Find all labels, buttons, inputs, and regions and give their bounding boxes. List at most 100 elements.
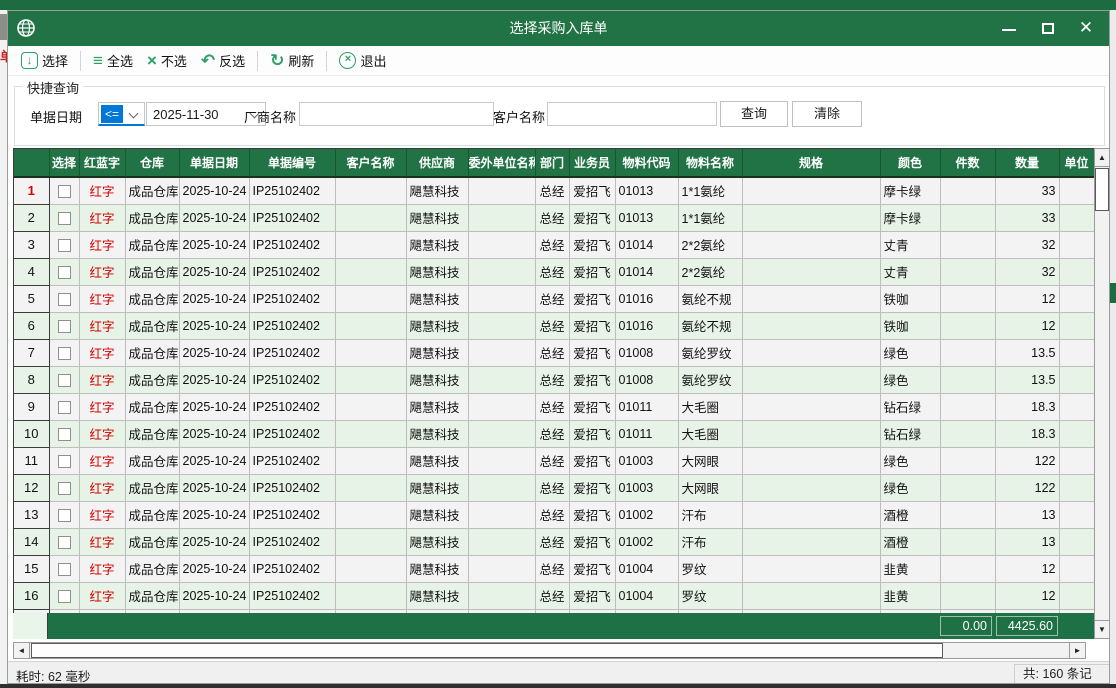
scroll-left-arrow-icon[interactable]: ◄ [14, 643, 30, 658]
vertical-scrollbar[interactable]: ▲ ▼ [1094, 148, 1110, 639]
select-all-list-button[interactable]: ≡全选 [86, 48, 140, 73]
cell-supplier: 飓慧科技 [406, 393, 468, 420]
cell-salesman: 爱招飞 [569, 501, 615, 528]
column-header-red_blue[interactable]: 红蓝字 [79, 149, 125, 177]
table-row[interactable]: 8红字成品仓库2025-10-24IP25102402飓慧科技总经爱招飞0100… [14, 366, 1094, 393]
column-header-item_name[interactable]: 物料名称 [678, 149, 742, 177]
row-checkbox[interactable] [58, 293, 71, 306]
refresh-button[interactable]: ↻刷新 [263, 48, 321, 73]
column-header-warehouse[interactable]: 仓库 [125, 149, 179, 177]
table-row[interactable]: 7红字成品仓库2025-10-24IP25102402飓慧科技总经爱招飞0100… [14, 339, 1094, 366]
table-row[interactable]: 11红字成品仓库2025-10-24IP25102402飓慧科技总经爱招飞010… [14, 447, 1094, 474]
column-header-unit[interactable]: 单位 [1059, 149, 1094, 177]
row-checkbox[interactable] [58, 320, 71, 333]
vertical-scroll-thumb[interactable] [1095, 168, 1109, 211]
cell-warehouse: 成品仓库 [125, 285, 179, 312]
cell-item_code: 01011 [615, 420, 678, 447]
table-row[interactable]: 16红字成品仓库2025-10-24IP25102402飓慧科技总经爱招飞010… [14, 582, 1094, 609]
table-row[interactable]: 15红字成品仓库2025-10-24IP25102402飓慧科技总经爱招飞010… [14, 555, 1094, 582]
cell-outsource_unit [468, 339, 535, 366]
deselect-x-button[interactable]: ×不选 [140, 48, 194, 73]
column-header-doc_date[interactable]: 单据日期 [179, 149, 249, 177]
customer-name-input[interactable] [547, 102, 717, 126]
cell-checkbox [49, 582, 79, 609]
cell-pieces [940, 285, 995, 312]
table-row[interactable]: 4红字成品仓库2025-10-24IP25102402飓慧科技总经爱招飞0101… [14, 258, 1094, 285]
cell-supplier: 飓慧科技 [406, 582, 468, 609]
table-row[interactable]: 10红字成品仓库2025-10-24IP25102402飓慧科技总经爱招飞010… [14, 420, 1094, 447]
table-row[interactable]: 2红字成品仓库2025-10-24IP25102402飓慧科技总经爱招飞0101… [14, 204, 1094, 231]
column-header-qty[interactable]: 数量 [995, 149, 1059, 177]
cell-qty: 12 [995, 285, 1059, 312]
cell-dept: 总经 [535, 231, 569, 258]
table-row[interactable]: 3红字成品仓库2025-10-24IP25102402飓慧科技总经爱招飞0101… [14, 231, 1094, 258]
row-checkbox[interactable] [58, 590, 71, 603]
table-row[interactable]: 5红字成品仓库2025-10-24IP25102402飓慧科技总经爱招飞0101… [14, 285, 1094, 312]
cell-doc_no: IP25102402 [249, 285, 335, 312]
row-checkbox[interactable] [58, 482, 71, 495]
horizontal-scrollbar[interactable]: ◄ ► [13, 642, 1086, 659]
table-row[interactable]: 14红字成品仓库2025-10-24IP25102402飓慧科技总经爱招飞010… [14, 528, 1094, 555]
column-header-salesman[interactable]: 业务员 [569, 149, 615, 177]
cell-pieces [940, 555, 995, 582]
scroll-right-arrow-icon[interactable]: ► [1069, 643, 1085, 658]
maximize-button[interactable] [1036, 11, 1060, 46]
column-header-outsource_unit[interactable]: 委外单位名称 [468, 149, 535, 177]
cell-customer [335, 582, 406, 609]
horizontal-scroll-thumb[interactable] [31, 643, 943, 658]
column-header-item_code[interactable]: 物料代码 [615, 149, 678, 177]
cell-dept: 总经 [535, 366, 569, 393]
column-header-pieces[interactable]: 件数 [940, 149, 995, 177]
close-button[interactable]: ✕ [1074, 11, 1098, 46]
cell-unit [1059, 528, 1094, 555]
row-checkbox[interactable] [58, 266, 71, 279]
row-checkbox[interactable] [58, 239, 71, 252]
column-header-spec[interactable]: 规格 [742, 149, 880, 177]
cell-num: 10 [14, 420, 49, 447]
table-row[interactable]: 9红字成品仓库2025-10-24IP25102402飓慧科技总经爱招飞0101… [14, 393, 1094, 420]
row-checkbox[interactable] [58, 212, 71, 225]
cell-color: 摩卡绿 [880, 177, 940, 204]
scroll-up-arrow-icon[interactable]: ▲ [1095, 149, 1109, 167]
column-header-color[interactable]: 颜色 [880, 149, 940, 177]
row-checkbox[interactable] [58, 563, 71, 576]
row-checkbox[interactable] [58, 428, 71, 441]
cell-supplier: 飓慧科技 [406, 285, 468, 312]
scroll-down-arrow-icon[interactable]: ▼ [1095, 620, 1109, 638]
exit-circle-x-button[interactable]: ×退出 [332, 48, 393, 73]
cell-item_name: 汗布 [678, 501, 742, 528]
select-download-button[interactable]: ↓选择 [14, 48, 75, 73]
cell-qty: 13 [995, 528, 1059, 555]
search-button[interactable]: 查询 [720, 101, 788, 127]
cell-red_blue: 红字 [79, 204, 125, 231]
table-row[interactable]: 13红字成品仓库2025-10-24IP25102402飓慧科技总经爱招飞010… [14, 501, 1094, 528]
row-checkbox[interactable] [58, 347, 71, 360]
column-header-dept[interactable]: 部门 [535, 149, 569, 177]
cell-red_blue: 红字 [79, 447, 125, 474]
row-checkbox[interactable] [58, 536, 71, 549]
cell-doc_date: 2025-10-24 [179, 528, 249, 555]
cell-item_name: 2*2氨纶 [678, 231, 742, 258]
minimize-button[interactable] [997, 11, 1021, 46]
cell-customer [335, 393, 406, 420]
row-checkbox[interactable] [58, 401, 71, 414]
table-row[interactable]: 6红字成品仓库2025-10-24IP25102402飓慧科技总经爱招飞0101… [14, 312, 1094, 339]
column-header-num[interactable] [14, 149, 49, 177]
invert-selection-arrow-button[interactable]: ↶反选 [194, 48, 252, 73]
row-checkbox[interactable] [58, 374, 71, 387]
column-header-supplier[interactable]: 供应商 [406, 149, 468, 177]
clear-button[interactable]: 清除 [792, 101, 862, 127]
column-header-checkbox[interactable]: 选择 [49, 149, 79, 177]
column-header-doc_no[interactable]: 单据编号 [249, 149, 335, 177]
table-row[interactable]: 12红字成品仓库2025-10-24IP25102402飓慧科技总经爱招飞010… [14, 474, 1094, 501]
cell-red_blue: 红字 [79, 393, 125, 420]
table-row[interactable]: 1红字成品仓库2025-10-24IP25102402飓慧科技总经爱招飞0101… [14, 177, 1094, 204]
row-checkbox[interactable] [58, 509, 71, 522]
row-checkbox[interactable] [58, 455, 71, 468]
row-checkbox[interactable] [58, 185, 71, 198]
cell-dept: 总经 [535, 285, 569, 312]
cell-item_name: 罗纹 [678, 582, 742, 609]
vendor-name-input[interactable] [299, 102, 494, 126]
column-header-customer[interactable]: 客户名称 [335, 149, 406, 177]
date-operator-combobox[interactable]: <= [98, 102, 145, 126]
